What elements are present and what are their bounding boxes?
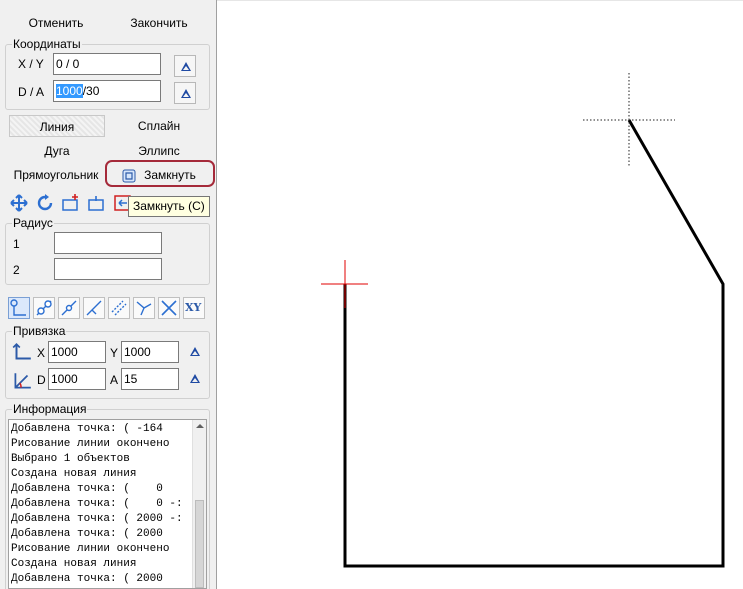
radius-1-input[interactable]	[54, 232, 162, 254]
info-legend: Информация	[12, 402, 88, 416]
binding-x-label: X	[37, 346, 46, 360]
da-apply-button[interactable]	[174, 82, 196, 104]
move-icon[interactable]	[8, 192, 30, 214]
rotate-icon[interactable]	[34, 192, 56, 214]
scroll-thumb[interactable]	[195, 500, 204, 588]
info-line: Создана новая линия	[11, 468, 137, 480]
binding-da-apply-button[interactable]	[184, 368, 206, 390]
mode-ellipse-button[interactable]: Эллипс	[110, 140, 208, 162]
snap-parallel-icon[interactable]	[108, 297, 130, 319]
snap-midpoint-icon[interactable]	[58, 297, 80, 319]
cancel-button[interactable]: Отменить	[6, 12, 106, 34]
info-line: Добавлена точка: ( 2000	[11, 573, 163, 585]
info-line: Создана новая линия	[11, 558, 137, 570]
drawing-svg	[321, 73, 725, 568]
mode-rectangle-button[interactable]: Прямоугольник	[5, 164, 107, 186]
binding-y-label: Y	[110, 346, 119, 360]
binding-y-input[interactable]: 1000	[121, 341, 179, 363]
da-input[interactable]: 1000/30	[53, 80, 161, 102]
info-line: Добавлена точка: ( 0 -:	[11, 498, 183, 510]
snap-angle-icon[interactable]	[133, 297, 155, 319]
info-scrollbar[interactable]	[192, 420, 206, 588]
binding-legend: Привязка	[12, 324, 67, 338]
binding-group: Привязка	[5, 324, 210, 399]
da-rest-text: /30	[82, 84, 100, 98]
mode-spline-button[interactable]: Сплайн	[110, 115, 208, 137]
mode-arc-button[interactable]: Дуга	[9, 140, 105, 162]
da-selected-text: 1000	[56, 84, 83, 98]
remove-node-icon[interactable]	[86, 192, 108, 214]
snap-node-icon[interactable]	[33, 297, 55, 319]
da-label: D / A	[18, 85, 45, 99]
binding-x-input[interactable]: 1000	[48, 341, 106, 363]
info-line: Добавлена точка: ( 2000 -:	[11, 513, 183, 525]
xy-label: X / Y	[18, 57, 44, 71]
info-line: Добавлена точка: ( 0	[11, 483, 163, 495]
info-line: Добавлена точка: ( -164	[11, 423, 163, 435]
snap-toolbar: XY	[8, 297, 208, 319]
binding-xy-apply-button[interactable]	[184, 341, 206, 363]
xy-apply-button[interactable]	[174, 55, 196, 77]
xy-input[interactable]: 0 / 0	[53, 53, 161, 75]
snap-xy-label: XY	[185, 301, 202, 314]
left-tool-panel: Отменить Закончить Координаты X / Y 0 / …	[0, 0, 217, 589]
axis-icon	[11, 342, 31, 362]
close-button-highlight	[105, 160, 215, 187]
snap-perpendicular-icon[interactable]	[83, 297, 105, 319]
add-node-icon[interactable]	[60, 192, 82, 214]
snap-cursor-crosshair	[583, 73, 675, 167]
coordinates-legend: Координаты	[12, 37, 82, 51]
radius-legend: Радиус	[12, 216, 54, 230]
angle-icon	[11, 370, 31, 390]
radius-2-input[interactable]	[54, 258, 162, 280]
radius-2-label: 2	[13, 263, 20, 277]
finish-button[interactable]: Закончить	[108, 12, 210, 34]
binding-d-input[interactable]: 1000	[48, 368, 106, 390]
polyline-shape[interactable]	[343, 119, 725, 568]
binding-a-input[interactable]: 15	[121, 368, 179, 390]
info-line: Выбрано 1 объектов	[11, 453, 130, 465]
mode-line-button[interactable]: Линия	[9, 115, 105, 137]
snap-intersection-icon[interactable]	[158, 297, 180, 319]
drawing-canvas[interactable]	[217, 0, 743, 589]
info-line: Рисование линии окончено	[11, 543, 170, 555]
snap-endpoint-icon[interactable]	[8, 297, 30, 319]
radius-1-label: 1	[13, 237, 20, 251]
start-point-marker	[321, 260, 368, 308]
close-tooltip: Замкнуть (C)	[128, 196, 210, 217]
info-log[interactable]: Добавлена точка: ( -164 Рисование линии о…	[8, 419, 207, 589]
snap-xy-button[interactable]: XY	[183, 297, 205, 319]
info-line: Рисование линии окончено	[11, 438, 170, 450]
binding-a-label: A	[110, 373, 119, 387]
binding-d-label: D	[37, 373, 46, 387]
scroll-up-icon[interactable]	[196, 424, 204, 428]
info-line: Добавлена точка: ( 2000	[11, 528, 163, 540]
info-lines: Добавлена точка: ( -164 Рисование линии о…	[11, 422, 196, 587]
